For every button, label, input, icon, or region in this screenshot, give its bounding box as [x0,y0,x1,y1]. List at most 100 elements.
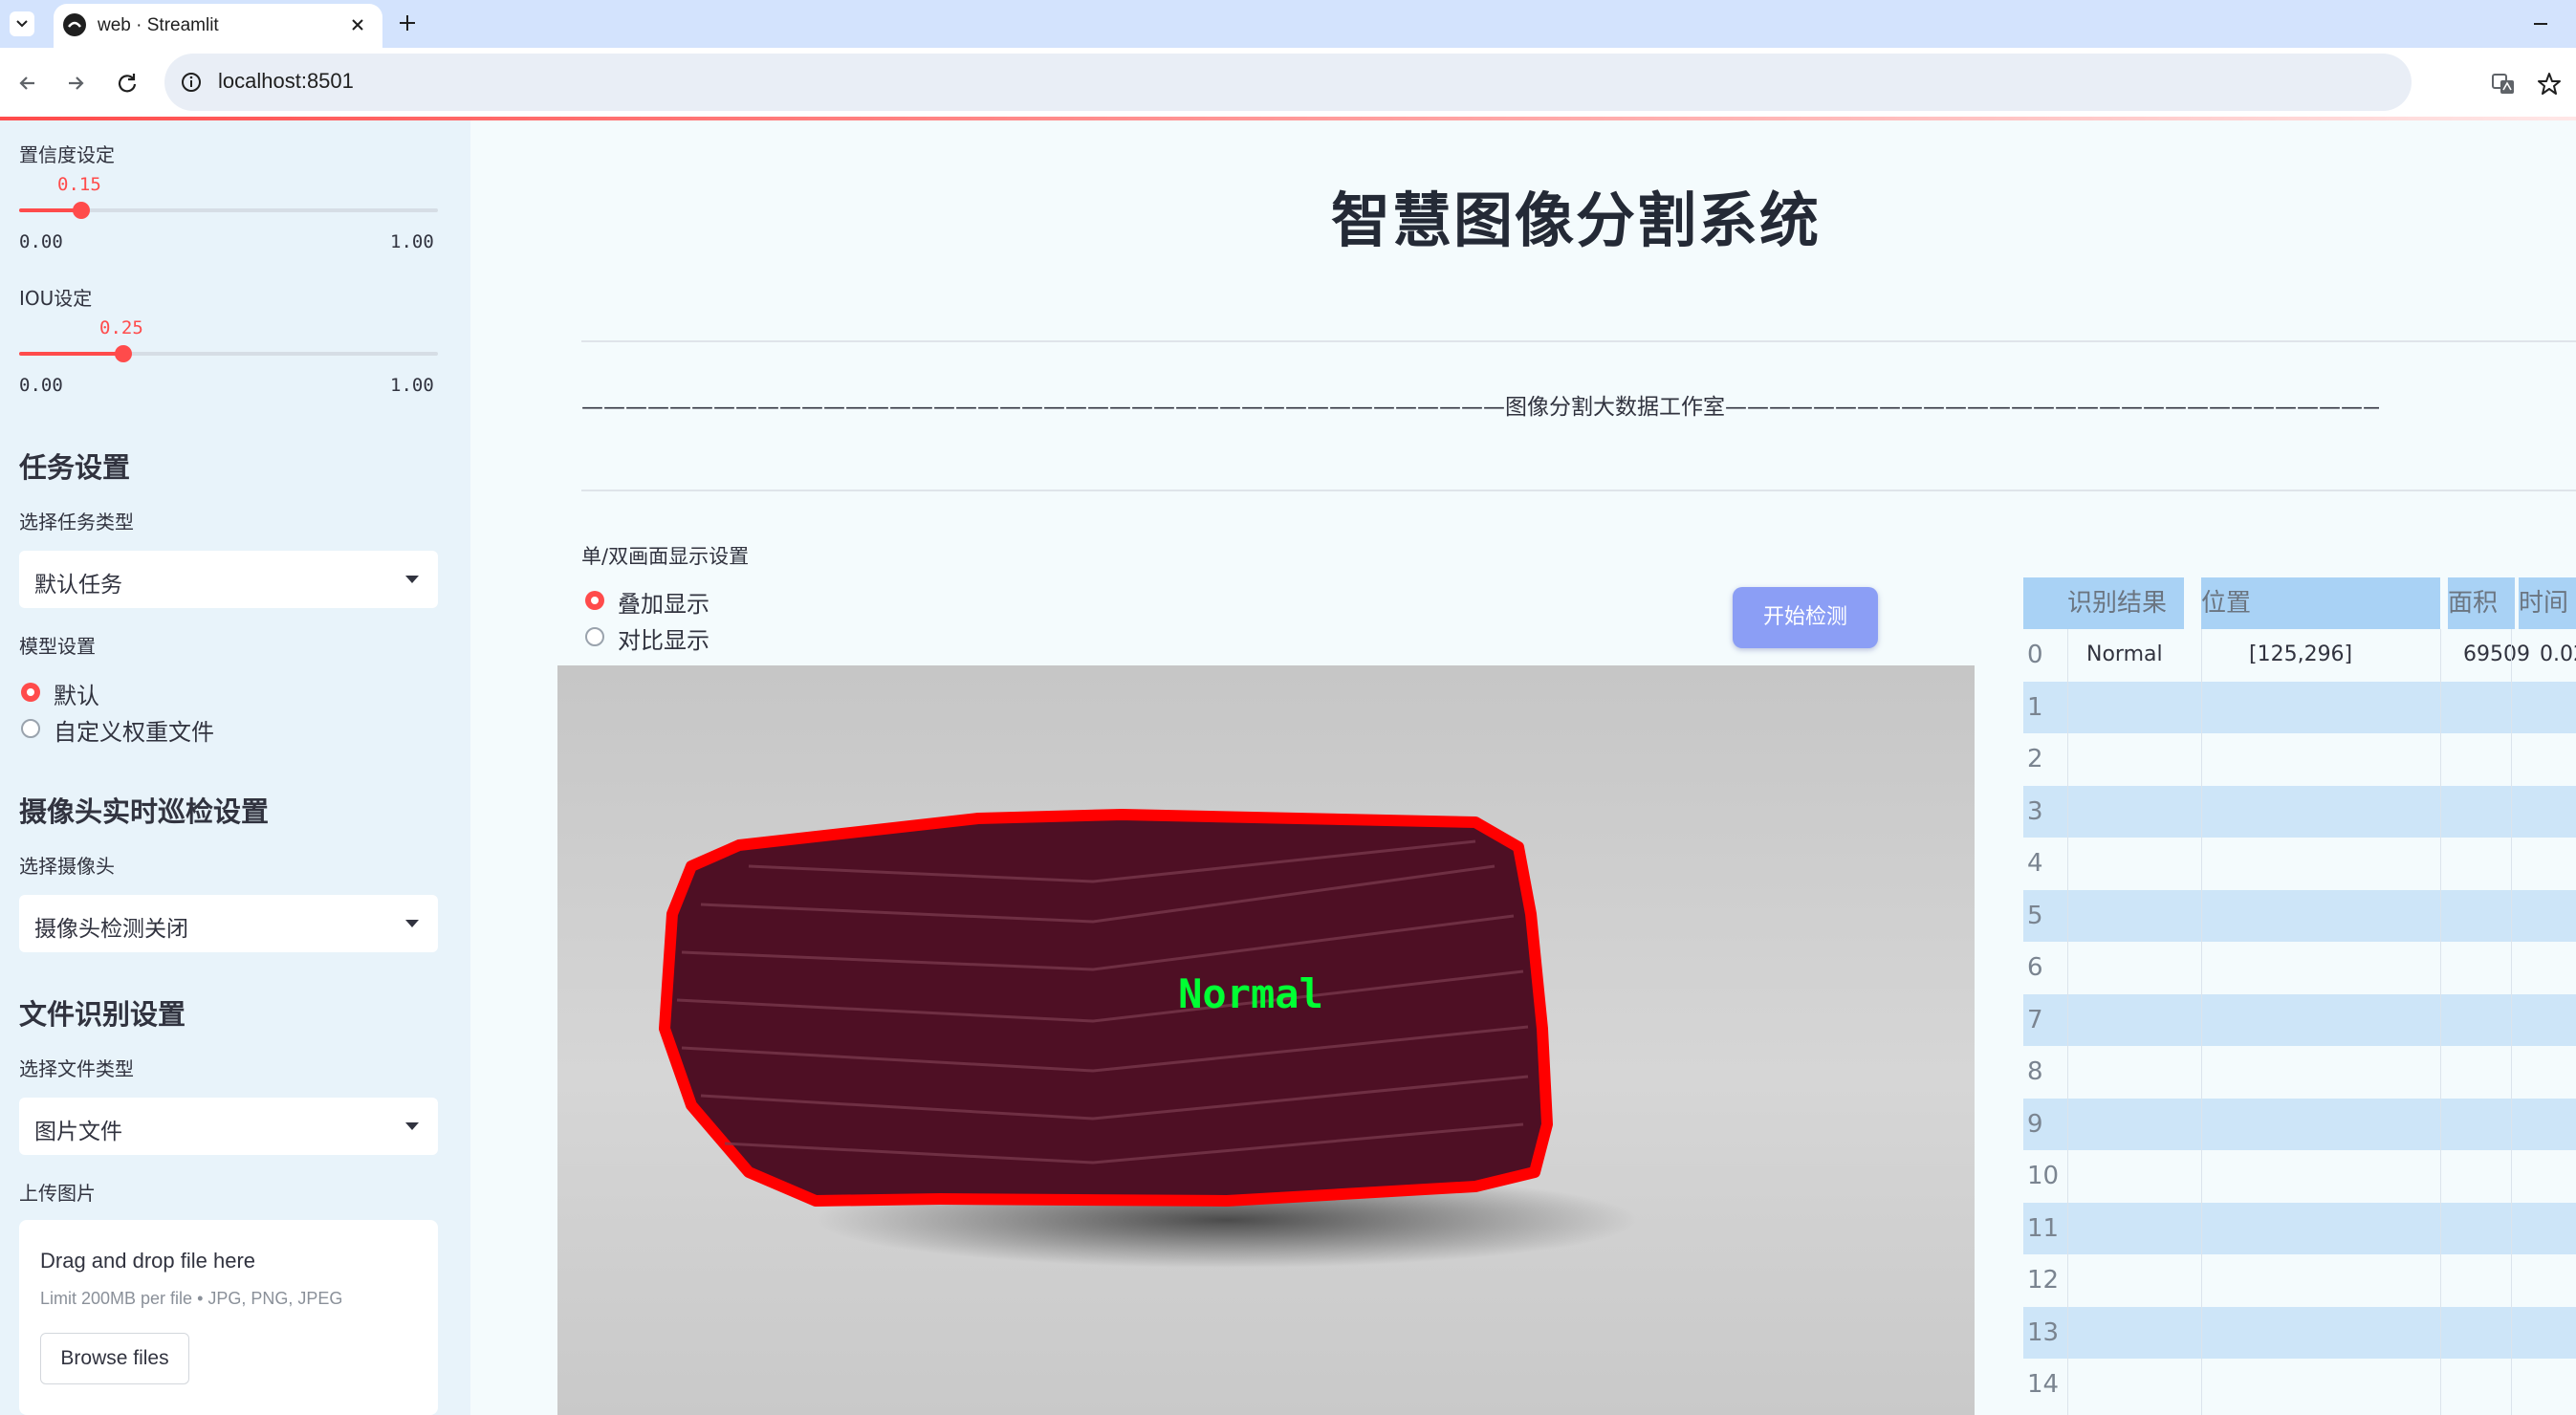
iou-max: 1.00 [390,375,434,396]
row-index: 0 [2027,641,2043,669]
compare-display-radio[interactable] [585,627,604,646]
row-index: 7 [2027,1005,2043,1034]
browser-tab-bar: web · Streamlit [0,0,2576,48]
table-row[interactable]: 10 [2023,1150,2576,1202]
iou-slider-track[interactable] [19,352,438,356]
table-row[interactable]: 14 [2023,1359,2576,1410]
bookmark-star-icon[interactable] [2536,71,2563,98]
model-custom-radio[interactable] [21,719,40,738]
tab-list-chevron-icon[interactable] [10,11,34,36]
table-row[interactable]: 6 [2023,942,2576,993]
table-col-divider [2201,629,2202,1415]
position-cell: [125,296] [2249,642,2353,666]
confidence-value: 0.15 [57,174,101,195]
title-divider-top [581,340,2576,342]
dropzone-title: Drag and drop file here [40,1249,256,1273]
close-tab-icon[interactable] [346,13,369,36]
confidence-max: 1.00 [390,231,434,252]
table-row[interactable]: 13 [2023,1306,2576,1359]
overlay-display-radio[interactable] [585,591,604,610]
task-settings-heading: 任务设置 [19,451,131,484]
area-cell: 69509 [2463,642,2530,666]
table-header-result[interactable]: 识别结果 [2067,577,2184,629]
table-row[interactable]: 2 [2023,733,2576,785]
chevron-down-icon [405,576,419,583]
camera-select[interactable]: 摄像头检测关闭 [19,895,438,952]
table-row[interactable]: 7 [2023,993,2576,1046]
minimize-window-icon[interactable] [2528,11,2553,36]
browse-files-button[interactable]: Browse files [40,1333,189,1384]
table-header-time[interactable]: 时间 [2519,577,2576,629]
studio-banner: ————————————————————————————————————————… [581,395,2379,420]
start-detection-button[interactable]: 开始检测 [1733,587,1878,648]
time-cell: 0.02 [2540,642,2576,666]
camera-select-value: 摄像头检测关闭 [34,917,188,942]
row-index: 6 [2027,953,2043,982]
iou-label: IOU设定 [19,287,93,310]
model-default-label[interactable]: 默认 [54,677,99,710]
table-row[interactable]: 1 [2023,681,2576,733]
table-row[interactable]: 12 [2023,1254,2576,1306]
row-index: 3 [2027,796,2043,826]
back-arrow-icon[interactable] [13,69,42,98]
row-index: 4 [2027,849,2043,878]
tab-title: web · Streamlit [98,15,219,35]
upload-label: 上传图片 [19,1182,96,1205]
table-header-position[interactable]: 位置 [2201,577,2440,629]
streamlit-favicon-icon [63,13,86,36]
model-custom-label[interactable]: 自定义权重文件 [54,713,214,747]
model-default-radio[interactable] [21,683,40,702]
site-info-icon[interactable] [178,69,205,96]
table-row[interactable]: 0 Normal [125,296] 69509 0.02 [2023,629,2576,681]
row-index: 8 [2027,1057,2043,1086]
overlay-display-label[interactable]: 叠加显示 [618,585,709,619]
model-settings-label: 模型设置 [19,635,96,658]
row-index: 11 [2027,1213,2060,1243]
confidence-slider-thumb[interactable] [73,202,90,219]
new-tab-icon[interactable] [394,10,421,36]
browser-toolbar: localhost:8501 [0,48,2576,119]
reload-icon[interactable] [113,69,142,98]
row-index: 13 [2027,1317,2060,1347]
iou-slider-thumb[interactable] [115,345,132,362]
table-row[interactable]: 3 [2023,785,2576,838]
row-index: 14 [2027,1370,2060,1399]
row-index: 1 [2027,692,2043,722]
iou-min: 0.00 [19,375,63,396]
camera-settings-heading: 摄像头实时巡检设置 [19,795,270,828]
row-index: 2 [2027,745,2043,773]
table-col-divider [2440,629,2441,1415]
table-header-area[interactable]: 面积 [2448,577,2515,629]
iou-slider-fill [19,352,124,356]
table-row[interactable]: 5 [2023,889,2576,942]
confidence-label: 置信度设定 [19,143,115,166]
table-col-divider [2067,629,2068,1415]
address-bar[interactable]: localhost:8501 [164,54,2412,111]
title-divider-bottom [581,490,2576,491]
table-row[interactable]: 11 [2023,1202,2576,1254]
sidebar: 置信度设定 0.15 0.00 1.00 IOU设定 0.25 0.00 1.0… [0,120,470,1415]
table-row[interactable]: 8 [2023,1046,2576,1098]
dropzone-limit: Limit 200MB per file • JPG, PNG, JPEG [40,1289,343,1308]
row-index: 10 [2027,1162,2060,1190]
task-type-select[interactable]: 默认任务 [19,551,438,608]
display-settings-label: 单/双画面显示设置 [581,545,750,568]
url-text: localhost:8501 [218,69,354,93]
file-dropzone[interactable]: Drag and drop file here Limit 200MB per … [19,1220,438,1415]
file-type-select[interactable]: 图片文件 [19,1098,438,1155]
table-row[interactable]: 9 [2023,1098,2576,1150]
browser-tab[interactable]: web · Streamlit [54,4,382,48]
compare-display-label[interactable]: 对比显示 [618,621,709,655]
table-col-divider [2511,629,2512,1415]
translate-icon[interactable] [2490,71,2517,98]
table-row[interactable]: 4 [2023,838,2576,889]
chevron-down-icon [405,1122,419,1130]
file-settings-heading: 文件识别设置 [19,998,186,1031]
detection-label: Normal [1178,970,1323,1017]
forward-arrow-icon[interactable] [61,69,90,98]
table-header-index [2023,577,2067,629]
file-type-value: 图片文件 [34,1120,122,1144]
results-table: 识别结果 位置 面积 时间 0 Normal [125,296] 69509 0.02 1… [2023,577,2576,1415]
row-index: 9 [2027,1109,2043,1139]
detection-image: Normal [557,665,1975,1415]
